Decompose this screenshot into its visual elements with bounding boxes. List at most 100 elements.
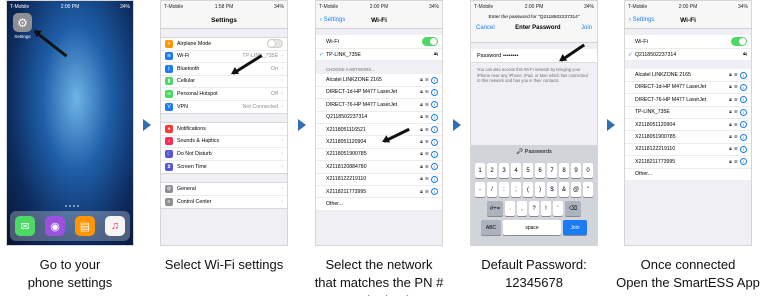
symbol-key[interactable]: ( xyxy=(523,182,533,197)
info-icon[interactable]: i xyxy=(437,52,438,58)
info-icon[interactable]: i xyxy=(740,71,747,79)
info-icon[interactable]: i xyxy=(431,138,438,146)
info-icon[interactable]: i xyxy=(746,52,747,58)
number-key[interactable]: 6 xyxy=(535,163,545,178)
number-key[interactable]: 2 xyxy=(487,163,497,178)
network-row[interactable]: X2118051900785 🔒︎ ≋ i xyxy=(625,131,751,144)
punct-key[interactable]: ⌫ xyxy=(565,201,581,216)
info-icon[interactable]: i xyxy=(431,175,438,183)
connected-network-row[interactable]: ✓ Q2118502237314 🔒︎ i xyxy=(625,49,751,62)
symbol-key[interactable]: / xyxy=(487,182,497,197)
cancel-button[interactable]: Cancel xyxy=(476,25,495,31)
back-button[interactable]: ‹ Settings xyxy=(629,17,654,23)
network-row[interactable]: Alcatel LINKZONE 2165 🔒︎ ≋ i xyxy=(625,69,751,82)
symbol-key[interactable]: $ xyxy=(547,182,557,197)
info-icon[interactable]: i xyxy=(740,96,747,104)
abc-key[interactable]: ABC xyxy=(481,220,501,235)
symbol-key[interactable]: & xyxy=(559,182,569,197)
number-key[interactable]: 3 xyxy=(499,163,509,178)
settings-row-airplane[interactable]: ✈ Airplane Mode xyxy=(161,38,287,51)
settings-row-moon[interactable]: ☾ Do Not Disturb › xyxy=(161,148,287,161)
punct-key[interactable]: ? xyxy=(529,201,539,216)
symbol-key[interactable]: @ xyxy=(571,182,581,197)
symbol-key[interactable]: " xyxy=(583,182,593,197)
settings-row-gear[interactable]: ⚙ General › xyxy=(161,183,287,196)
network-row[interactable]: X2118051900785 🔒︎ ≋ i xyxy=(316,148,442,162)
number-key[interactable]: 0 xyxy=(583,163,593,178)
settings-app-icon[interactable]: ⚙ xyxy=(13,13,32,32)
back-button[interactable]: ‹ Settings xyxy=(320,17,345,23)
punct-key[interactable]: , xyxy=(517,201,527,216)
network-row[interactable]: X2118211773995 🔒︎ ≋ i xyxy=(316,185,442,199)
settings-row-hourglass[interactable]: ⧗ Screen Time › xyxy=(161,161,287,174)
info-icon[interactable]: i xyxy=(431,76,438,84)
network-row[interactable]: X2118051116521 🔒︎ ≋ i xyxy=(316,123,442,137)
punct-key[interactable]: ' xyxy=(553,201,563,216)
network-row[interactable]: X2118211773995 🔒︎ ≋ i xyxy=(625,156,751,169)
number-key[interactable]: 8 xyxy=(559,163,569,178)
space-key[interactable]: space xyxy=(503,220,561,235)
podcasts-app-icon[interactable]: ◉ xyxy=(45,216,65,236)
status-bar: T-Mobile 1:58 PM 34% xyxy=(161,1,287,13)
connected-network-row[interactable]: ✓ TP-LINK_735E 🔒︎ i xyxy=(316,49,442,62)
punct-key[interactable]: . xyxy=(505,201,515,216)
network-row[interactable]: X2118051120904 🔒︎ ≋ i xyxy=(316,136,442,149)
network-row[interactable]: TP-LINK_735E 🔒︎ ≋ i xyxy=(625,106,751,119)
info-icon[interactable]: i xyxy=(431,188,438,196)
network-row[interactable]: X2118122219110 🔒︎ ≋ i xyxy=(316,173,442,186)
books-app-icon[interactable]: ▤ xyxy=(75,216,95,236)
symbol-key[interactable]: - xyxy=(475,182,485,197)
network-row[interactable]: DIRECT-76-HP M477 LaserJet 🔒︎ ≋ i xyxy=(625,94,751,107)
hourglass-icon: ⧗ xyxy=(165,162,173,171)
network-row[interactable]: DIRECT-76-HP M477 LaserJet 🔒︎ ≋ i xyxy=(316,99,442,112)
network-row[interactable]: DIRECT-1d-HP M477 LaserJet 🔒︎ ≋ i xyxy=(316,86,442,100)
network-row[interactable]: Other... xyxy=(625,168,751,181)
info-icon[interactable]: i xyxy=(431,101,438,109)
info-icon[interactable]: i xyxy=(740,158,747,166)
info-icon[interactable]: i xyxy=(431,126,438,134)
network-row[interactable]: Other... xyxy=(316,198,442,211)
join-key[interactable]: Join xyxy=(563,220,587,235)
settings-row-control-center[interactable]: ≡ Control Center › xyxy=(161,196,287,209)
punct-key[interactable]: ! xyxy=(541,201,551,216)
settings-row-sounds[interactable]: ♪ Sounds & Haptics › xyxy=(161,136,287,148)
settings-row-vpn[interactable]: V VPN Not Connected › xyxy=(161,101,287,114)
keyboard-suggestion-bar[interactable]: 🔑︎ Passwords xyxy=(471,145,597,159)
messages-app-icon[interactable]: ✉ xyxy=(15,216,35,236)
network-row[interactable]: Alcatel LINKZONE 2165 🔒︎ ≋ i xyxy=(316,74,442,87)
settings-row-hotspot[interactable]: ∞ Personal Hotspot Off › xyxy=(161,88,287,101)
symbol-key[interactable]: : xyxy=(499,182,509,197)
network-row[interactable]: X2118120884780 🔒︎ ≋ i xyxy=(316,161,442,174)
info-icon[interactable]: i xyxy=(431,163,438,171)
settings-row-bluetooth[interactable]: ᛒ Bluetooth On › xyxy=(161,63,287,76)
music-app-icon[interactable]: ♫ xyxy=(105,216,125,236)
symbol-key[interactable]: ; xyxy=(511,182,521,197)
join-button[interactable]: Join xyxy=(581,25,592,31)
settings-row-notifications[interactable]: ● Notifications › xyxy=(161,123,287,136)
info-icon[interactable]: i xyxy=(740,108,747,116)
network-row[interactable]: X2118122219110 🔒︎ ≋ i xyxy=(625,143,751,157)
punct-key[interactable]: #+= xyxy=(487,201,503,216)
number-key[interactable]: 5 xyxy=(523,163,533,178)
network-row[interactable]: Q2118502237314 🔒︎ ≋ i xyxy=(316,111,442,124)
wifi-toggle[interactable] xyxy=(422,37,438,46)
info-icon[interactable]: i xyxy=(740,83,747,91)
network-row[interactable]: DIRECT-1d-HP M477 LaserJet 🔒︎ ≋ i xyxy=(625,81,751,95)
info-icon[interactable]: i xyxy=(740,121,747,129)
password-field[interactable]: Password •••••••• xyxy=(471,49,597,63)
number-key[interactable]: 1 xyxy=(475,163,485,178)
info-icon[interactable]: i xyxy=(431,113,438,121)
symbol-key[interactable]: ) xyxy=(535,182,545,197)
number-key[interactable]: 9 xyxy=(571,163,581,178)
number-key[interactable]: 4 xyxy=(511,163,521,178)
wifi-toggle[interactable] xyxy=(731,37,747,46)
settings-row-cellular[interactable]: ▮ Cellular › xyxy=(161,76,287,88)
number-key[interactable]: 7 xyxy=(547,163,557,178)
info-icon[interactable]: i xyxy=(740,145,747,153)
settings-row-wifi[interactable]: ≋Wi-FiTP-LINK_735E› xyxy=(161,51,287,63)
info-icon[interactable]: i xyxy=(431,150,438,158)
airplane-toggle[interactable] xyxy=(267,39,283,49)
info-icon[interactable]: i xyxy=(740,133,747,141)
network-row[interactable]: X2118051120904 🔒︎ ≋ i xyxy=(625,118,751,132)
info-icon[interactable]: i xyxy=(431,88,438,96)
